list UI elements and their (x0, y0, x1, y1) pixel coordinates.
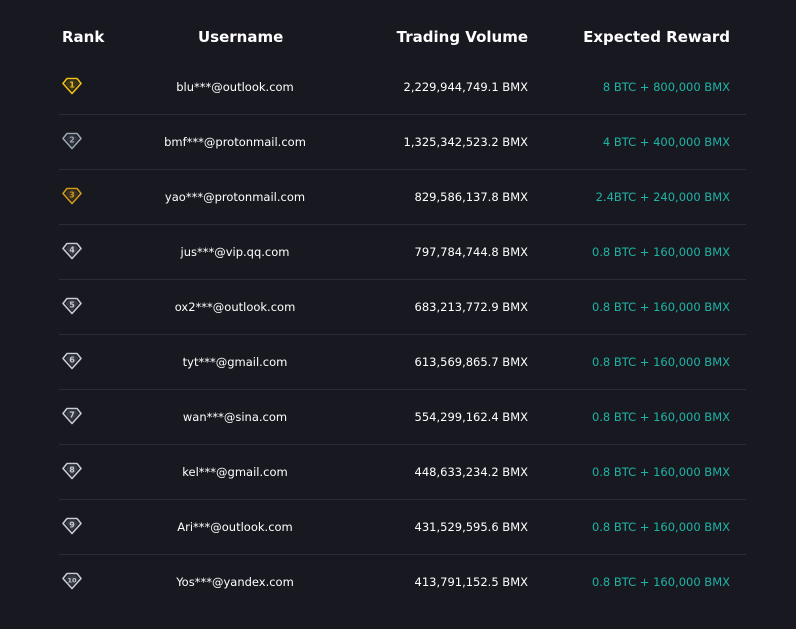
rank-number: 8 (69, 466, 75, 475)
expected-reward-cell: 0.8 BTC + 160,000 BMX (591, 575, 730, 589)
expected-reward-cell: 4 BTC + 400,000 BMX (602, 135, 730, 149)
username-cell: yao***@protonmail.com (164, 190, 306, 204)
rank-number: 3 (69, 191, 75, 200)
expected-reward-cell: 8 BTC + 800,000 BMX (602, 80, 730, 94)
username-cell: bmf***@protonmail.com (164, 135, 306, 149)
silver-diamond-icon: 2 (62, 132, 82, 150)
expected-reward-cell: 0.8 BTC + 160,000 BMX (591, 355, 730, 369)
gold-diamond-icon: 1 (62, 77, 82, 95)
rank-number: 2 (69, 136, 75, 145)
bronze-diamond-icon: 3 (62, 187, 82, 205)
diamond-icon: 9 (62, 517, 82, 535)
table-row: 5 ox2***@outlook.com 683,213,772.9 BMX 0… (59, 280, 746, 335)
header-trading-volume: Trading Volume (396, 28, 528, 46)
diamond-icon: 8 (62, 462, 82, 480)
table-row: 6 tyt***@gmail.com 613,569,865.7 BMX 0.8… (59, 335, 746, 390)
expected-reward-cell: 0.8 BTC + 160,000 BMX (591, 300, 730, 314)
username-cell: jus***@vip.qq.com (180, 245, 290, 259)
trading-volume-cell: 1,325,342,523.2 BMX (403, 135, 528, 149)
username-cell: wan***@sina.com (182, 410, 288, 424)
rank-number: 7 (69, 411, 75, 420)
rank-number: 5 (69, 301, 75, 310)
rank-number: 1 (69, 81, 75, 90)
username-cell: ox2***@outlook.com (174, 300, 296, 314)
header-expected-reward: Expected Reward (583, 28, 730, 46)
header-username: Username (198, 28, 284, 46)
expected-reward-cell: 2.4BTC + 240,000 BMX (595, 190, 730, 204)
table-row: 9 Ari***@outlook.com 431,529,595.6 BMX 0… (59, 500, 746, 555)
diamond-icon: 7 (62, 407, 82, 425)
trading-volume-cell: 683,213,772.9 BMX (414, 300, 528, 314)
username-cell: Yos***@yandex.com (176, 575, 294, 589)
diamond-icon: 10 (62, 572, 82, 590)
username-cell: tyt***@gmail.com (182, 355, 288, 369)
leaderboard-table: Rank Username Trading Volume Expected Re… (59, 20, 746, 609)
trading-volume-cell: 413,791,152.5 BMX (414, 575, 528, 589)
table-row: 3 yao***@protonmail.com 829,586,137.8 BM… (59, 170, 746, 225)
silver-diamond-icon: 2 (62, 132, 82, 150)
header-rank: Rank (62, 28, 105, 46)
diamond-icon: 5 (62, 297, 82, 315)
trading-volume-cell: 613,569,865.7 BMX (414, 355, 528, 369)
expected-reward-cell: 0.8 BTC + 160,000 BMX (591, 465, 730, 479)
rank-number: 9 (69, 521, 75, 530)
trading-volume-cell: 829,586,137.8 BMX (414, 190, 528, 204)
trading-volume-cell: 797,784,744.8 BMX (414, 245, 528, 259)
table-row: 2 bmf***@protonmail.com 1,325,342,523.2 … (59, 115, 746, 170)
diamond-icon: 10 (62, 572, 82, 590)
diamond-icon: 9 (62, 517, 82, 535)
username-cell: blu***@outlook.com (176, 80, 294, 94)
diamond-icon: 4 (62, 242, 82, 260)
table-header: Rank Username Trading Volume Expected Re… (59, 20, 746, 60)
rank-number: 6 (69, 356, 75, 365)
username-cell: Ari***@outlook.com (177, 520, 293, 534)
diamond-icon: 7 (62, 407, 82, 425)
trading-volume-cell: 554,299,162.4 BMX (414, 410, 528, 424)
table-row: 7 wan***@sina.com 554,299,162.4 BMX 0.8 … (59, 390, 746, 445)
table-row: 4 jus***@vip.qq.com 797,784,744.8 BMX 0.… (59, 225, 746, 280)
expected-reward-cell: 0.8 BTC + 160,000 BMX (591, 410, 730, 424)
gold-diamond-icon: 1 (62, 77, 82, 95)
table-row: 8 kel***@gmail.com 448,633,234.2 BMX 0.8… (59, 445, 746, 500)
expected-reward-cell: 0.8 BTC + 160,000 BMX (591, 520, 730, 534)
diamond-icon: 6 (62, 352, 82, 370)
diamond-icon: 8 (62, 462, 82, 480)
diamond-icon: 5 (62, 297, 82, 315)
diamond-icon: 4 (62, 242, 82, 260)
diamond-icon: 6 (62, 352, 82, 370)
trading-volume-cell: 2,229,944,749.1 BMX (403, 80, 528, 94)
trading-volume-cell: 431,529,595.6 BMX (414, 520, 528, 534)
bronze-diamond-icon: 3 (62, 187, 82, 205)
table-row: 1 blu***@outlook.com 2,229,944,749.1 BMX… (59, 60, 746, 115)
username-cell: kel***@gmail.com (182, 465, 288, 479)
rank-number: 10 (67, 577, 77, 585)
trading-volume-cell: 448,633,234.2 BMX (414, 465, 528, 479)
rank-number: 4 (69, 246, 75, 255)
expected-reward-cell: 0.8 BTC + 160,000 BMX (591, 245, 730, 259)
table-row: 10 Yos***@yandex.com 413,791,152.5 BMX 0… (59, 555, 746, 609)
